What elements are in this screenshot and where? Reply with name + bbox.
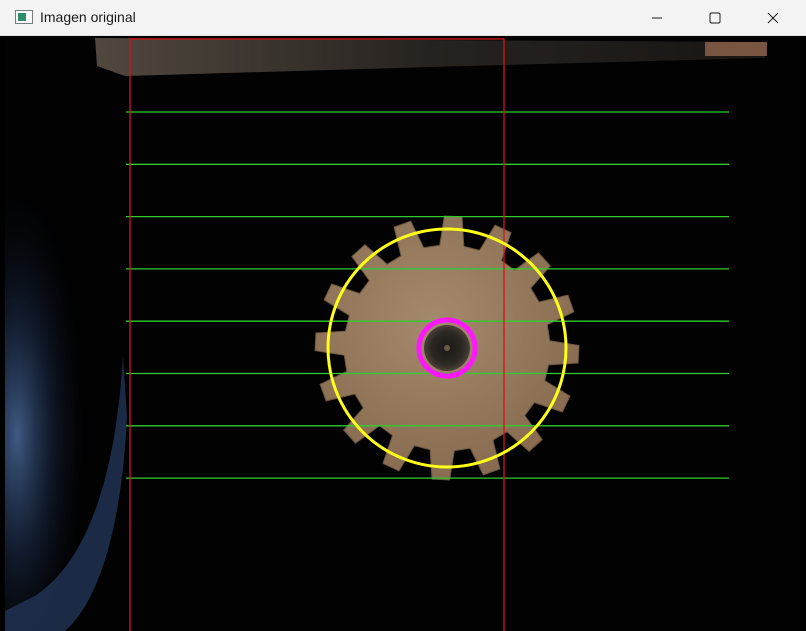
- image-window-icon: [15, 10, 33, 24]
- image-canvas: [5, 36, 801, 631]
- app-window: Imagen original: [0, 0, 806, 631]
- minimize-button[interactable]: [628, 0, 686, 36]
- close-icon: [767, 12, 779, 24]
- window-title: Imagen original: [40, 9, 136, 25]
- title-bar[interactable]: Imagen original: [0, 0, 806, 36]
- gear-bore: [444, 345, 450, 351]
- close-button[interactable]: [744, 0, 802, 36]
- top-right-glare: [705, 42, 767, 56]
- camera-image: [5, 36, 801, 631]
- maximize-button[interactable]: [686, 0, 744, 36]
- maximize-icon: [709, 12, 721, 24]
- minimize-icon: [652, 17, 662, 19]
